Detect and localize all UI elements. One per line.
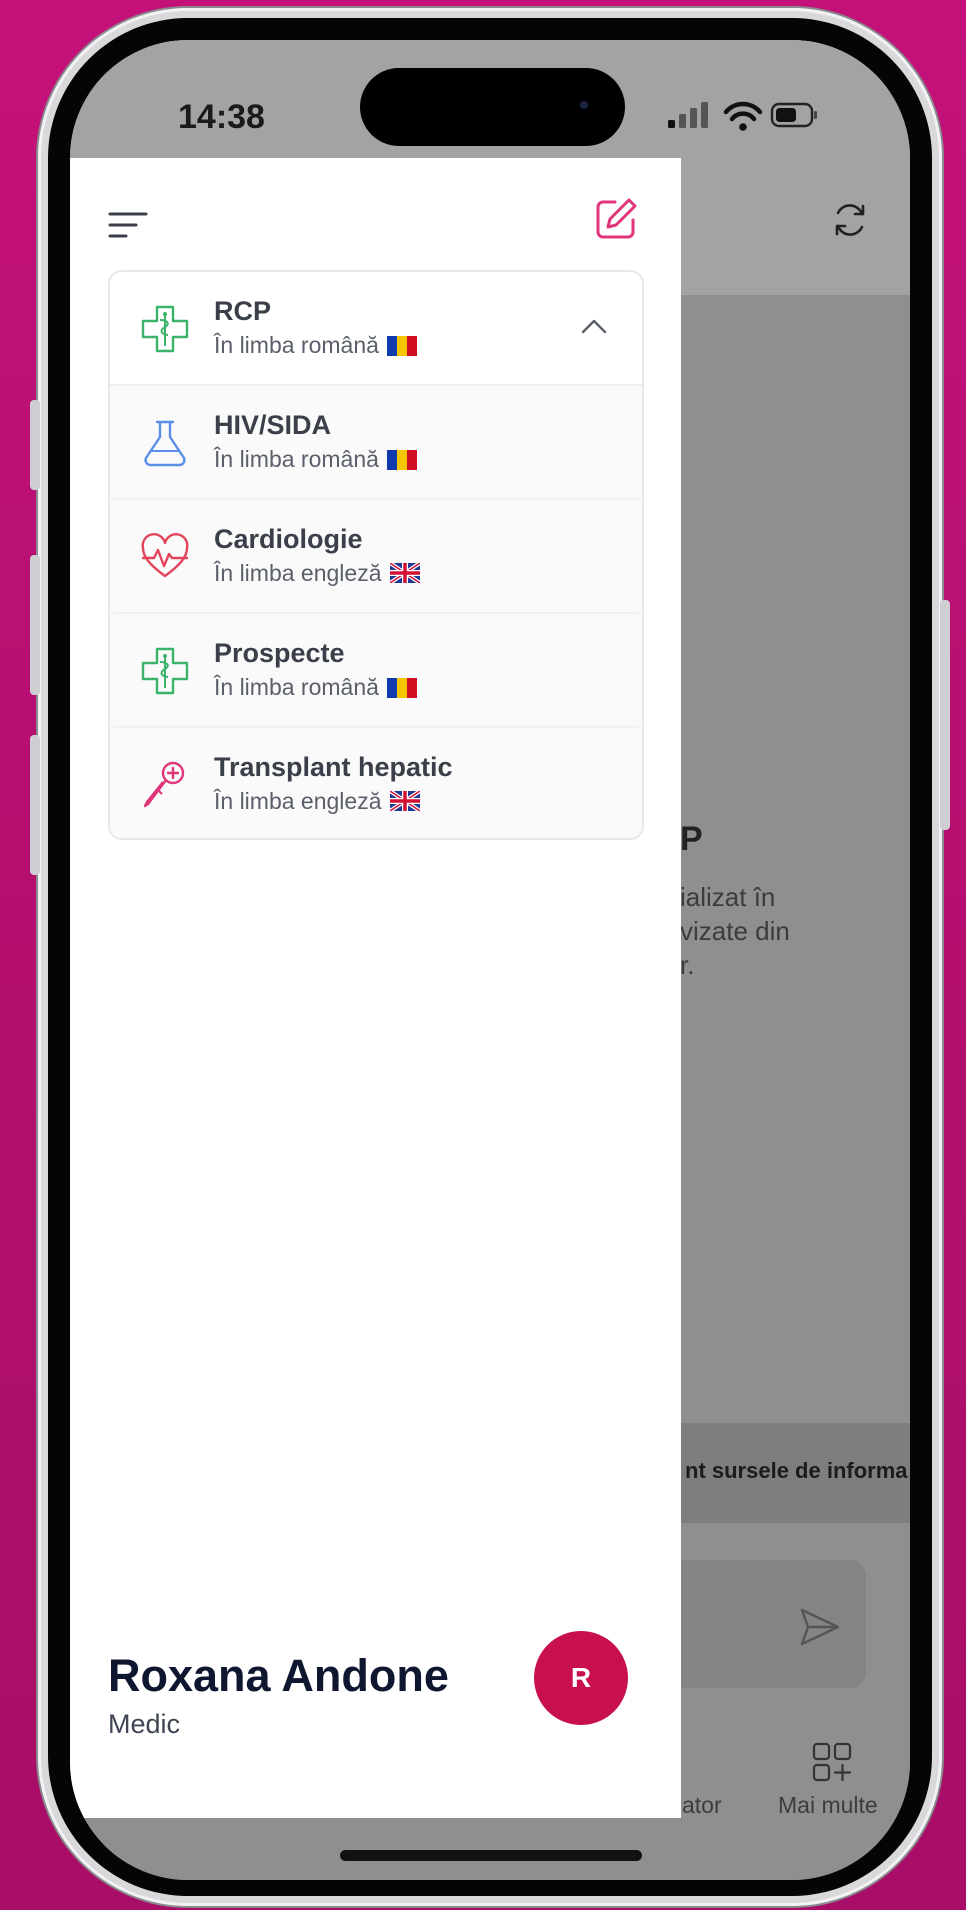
camera-dot [580, 101, 588, 109]
knowledge-base-list: RCP În limba română HIV/SIDA În limba ro… [108, 270, 644, 840]
signal-icon [668, 102, 708, 128]
list-item-language: În limba română [214, 332, 417, 359]
medical-cross-icon [141, 305, 189, 353]
list-item-language: În limba engleză [214, 788, 420, 815]
chevron-up-icon[interactable] [580, 317, 608, 335]
list-item-title: HIV/SIDA [214, 410, 332, 440]
background-title: P [680, 820, 703, 858]
user-role: Medic [108, 1709, 181, 1739]
user-name: Roxana Andone [108, 1650, 449, 1701]
avatar[interactable]: R [534, 1631, 628, 1725]
list-item-title: RCP [214, 296, 272, 326]
send-icon[interactable] [796, 1604, 842, 1650]
battery-icon [770, 102, 817, 128]
list-item-rcp[interactable]: RCP În limba română [110, 272, 642, 386]
status-icons [668, 101, 817, 131]
background-description: ializat în vizate din r. [680, 882, 790, 980]
nav-item-more-label[interactable]: Mai multe [778, 1792, 878, 1819]
power-button [940, 600, 950, 830]
romania-flag-icon [386, 335, 417, 356]
lab-flask-icon [144, 420, 186, 467]
list-item-cardiologie[interactable]: Cardiologie În limba engleză [110, 500, 642, 612]
grid-plus-icon[interactable] [810, 1740, 854, 1784]
list-item-language: În limba română [214, 446, 417, 473]
heart-pulse-icon [141, 533, 189, 578]
list-item-title: Prospecte [214, 638, 345, 668]
uk-flag-icon [389, 790, 420, 811]
edit-icon[interactable] [593, 196, 639, 242]
medical-cross-icon [141, 647, 189, 695]
list-item-title: Transplant hepatic [214, 752, 453, 782]
volume-down-button [30, 735, 40, 875]
romania-flag-icon [386, 449, 417, 470]
scalpel-icon [143, 761, 185, 808]
list-item-language: În limba engleză [214, 560, 420, 587]
menu-icon[interactable] [108, 210, 148, 240]
romania-flag-icon [386, 677, 417, 698]
nav-item-label[interactable]: ator [682, 1792, 722, 1819]
list-item-transplant-hepatic[interactable]: Transplant hepatic În limba engleză [110, 728, 642, 838]
list-item-language: În limba română [214, 674, 417, 701]
refresh-icon[interactable] [830, 200, 870, 240]
home-indicator[interactable] [340, 1850, 642, 1861]
side-drawer: RCP În limba română HIV/SIDA În limba ro… [70, 158, 681, 1818]
status-time: 14:38 [178, 98, 265, 136]
wifi-icon [723, 101, 763, 131]
action-button [30, 400, 40, 490]
list-item-title: Cardiologie [214, 524, 363, 554]
uk-flag-icon [389, 562, 420, 583]
list-item-prospecte[interactable]: Prospecte În limba română [110, 614, 642, 726]
list-item-hiv-sida[interactable]: HIV/SIDA În limba română [110, 386, 642, 498]
phone-screen: P ializat în vizate din r. nt sursele de… [70, 40, 910, 1880]
sources-banner-text: nt sursele de informa [685, 1458, 908, 1483]
volume-up-button [30, 555, 40, 695]
